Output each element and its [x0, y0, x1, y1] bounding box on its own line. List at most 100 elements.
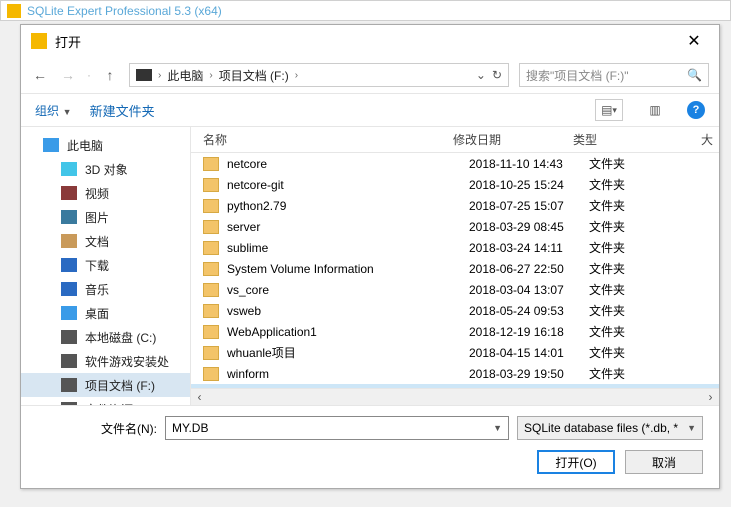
chevron-down-icon[interactable]: ⌄: [476, 68, 486, 82]
chevron-down-icon: ▼: [63, 107, 72, 117]
file-row[interactable]: sublime2018-03-24 14:11文件夹: [191, 237, 719, 258]
tree-item-icon: [61, 186, 77, 200]
file-date: 2018-04-15 14:01: [469, 346, 589, 360]
breadcrumb-root[interactable]: 此电脑: [167, 67, 203, 84]
tree-item[interactable]: 图片: [21, 205, 190, 229]
filter-text: SQLite database files (*.db, *: [524, 421, 678, 435]
chevron-right-icon: ›: [209, 70, 212, 81]
file-type: 文件夹: [589, 197, 719, 214]
tree-item-icon: [61, 378, 77, 392]
refresh-icon[interactable]: ↻: [492, 68, 502, 82]
file-type-filter[interactable]: SQLite database files (*.db, * ▼: [517, 416, 703, 440]
pc-icon: [136, 69, 152, 81]
search-icon: 🔍: [687, 68, 702, 82]
file-row[interactable]: vs_core2018-03-04 13:07文件夹: [191, 279, 719, 300]
tree-item[interactable]: 软件游戏安装处: [21, 349, 190, 373]
filename-input[interactable]: MY.DB ▼: [165, 416, 509, 440]
dialog-icon: [31, 33, 47, 49]
folder-icon: [203, 367, 219, 381]
chevron-right-icon: ›: [158, 70, 161, 81]
app-titlebar: SQLite Expert Professional 5.3 (x64): [0, 0, 731, 21]
file-row[interactable]: python2.792018-07-25 15:07文件夹: [191, 195, 719, 216]
back-icon[interactable]: ←: [31, 67, 49, 83]
file-date: 2018-03-29 19:50: [469, 367, 589, 381]
col-name[interactable]: 名称: [203, 131, 453, 148]
h-scrollbar[interactable]: ‹ ›: [191, 388, 719, 405]
file-name: sublime: [227, 241, 469, 255]
tree-item[interactable]: 本地磁盘 (C:): [21, 325, 190, 349]
file-type: 文件夹: [589, 344, 719, 361]
file-row[interactable]: System Volume Information2018-06-27 22:5…: [191, 258, 719, 279]
tree-item-label: 软件游戏安装处: [85, 353, 169, 370]
tree-item-icon: [61, 210, 77, 224]
tree-item[interactable]: 桌面: [21, 301, 190, 325]
col-size[interactable]: 大: [691, 131, 719, 148]
file-row[interactable]: WebApplication12018-12-19 16:18文件夹: [191, 321, 719, 342]
file-name: System Volume Information: [227, 262, 469, 276]
folder-icon: [203, 283, 219, 297]
tree-item-icon: [61, 330, 77, 344]
help-button[interactable]: ?: [687, 101, 705, 119]
file-date: 2018-03-04 13:07: [469, 283, 589, 297]
scroll-left-icon[interactable]: ‹: [191, 390, 208, 404]
close-button[interactable]: ✕: [679, 31, 709, 51]
file-list: netcore2018-11-10 14:43文件夹netcore-git201…: [191, 153, 719, 388]
organize-button[interactable]: 组织 ▼: [35, 102, 72, 119]
file-list-pane: 名称 修改日期 类型 大 netcore2018-11-10 14:43文件夹n…: [191, 127, 719, 405]
file-row[interactable]: winform2018-03-29 19:50文件夹: [191, 363, 719, 384]
tree-item[interactable]: 视频: [21, 181, 190, 205]
tree-item-icon: [61, 258, 77, 272]
nav-tree: 此电脑3D 对象视频图片文档下载音乐桌面本地磁盘 (C:) 软件游戏安装处项目文档…: [21, 127, 191, 405]
view-mode-button[interactable]: ▤ ▾: [595, 99, 623, 121]
file-name: MY.DB: [227, 388, 469, 389]
search-input[interactable]: 搜索"项目文档 (F:)" 🔍: [519, 63, 709, 87]
file-type: Data Base File: [589, 388, 719, 389]
file-date: 2018-10-25 15:24: [469, 178, 589, 192]
file-type: 文件夹: [589, 155, 719, 172]
tree-item-label: 文档: [85, 233, 109, 250]
dialog-titlebar: 打开 ✕: [21, 25, 719, 57]
file-row[interactable]: netcore-git2018-10-25 15:24文件夹: [191, 174, 719, 195]
file-row[interactable]: server2018-03-29 08:45文件夹: [191, 216, 719, 237]
col-type[interactable]: 类型: [573, 131, 691, 148]
breadcrumb-folder[interactable]: 项目文档 (F:): [219, 67, 289, 84]
tree-item-icon: [61, 354, 77, 368]
tree-item[interactable]: 下载: [21, 253, 190, 277]
file-row[interactable]: MY.DB2018-12-19 18:23Data Base File: [191, 384, 719, 388]
open-button[interactable]: 打开(O): [537, 450, 615, 474]
scroll-right-icon[interactable]: ›: [702, 390, 719, 404]
tree-item-icon: [61, 234, 77, 248]
file-type: 文件夹: [589, 176, 719, 193]
tree-item[interactable]: 音乐: [21, 277, 190, 301]
file-date: 2018-07-25 15:07: [469, 199, 589, 213]
app-title: SQLite Expert Professional 5.3 (x64): [27, 4, 222, 18]
filename-value: MY.DB: [172, 421, 208, 435]
chevron-down-icon[interactable]: ▼: [493, 423, 502, 433]
breadcrumb[interactable]: › 此电脑 › 项目文档 (F:) › ⌄ ↻: [129, 63, 509, 87]
preview-pane-button[interactable]: ▥: [641, 99, 669, 121]
col-date[interactable]: 修改日期: [453, 131, 573, 148]
file-type: 文件夹: [589, 302, 719, 319]
forward-icon[interactable]: →: [59, 67, 77, 83]
tree-item[interactable]: 文档: [21, 229, 190, 253]
file-name: vs_core: [227, 283, 469, 297]
file-row[interactable]: vsweb2018-05-24 09:53文件夹: [191, 300, 719, 321]
tree-item[interactable]: 文件资源 (G:): [21, 397, 190, 405]
file-row[interactable]: whuanle项目2018-04-15 14:01文件夹: [191, 342, 719, 363]
chevron-down-icon[interactable]: ▼: [687, 423, 696, 433]
folder-icon: [203, 304, 219, 318]
toolbar: 组织 ▼ 新建文件夹 ▤ ▾ ▥ ?: [21, 93, 719, 127]
file-row[interactable]: netcore2018-11-10 14:43文件夹: [191, 153, 719, 174]
cancel-button[interactable]: 取消: [625, 450, 703, 474]
file-name: python2.79: [227, 199, 469, 213]
dialog-footer: 文件名(N): MY.DB ▼ SQLite database files (*…: [21, 405, 719, 488]
tree-item[interactable]: 此电脑: [21, 133, 190, 157]
file-name: WebApplication1: [227, 325, 469, 339]
new-folder-button[interactable]: 新建文件夹: [90, 101, 155, 120]
tree-item-label: 音乐: [85, 281, 109, 298]
tree-item[interactable]: 3D 对象: [21, 157, 190, 181]
tree-item[interactable]: 项目文档 (F:): [21, 373, 190, 397]
file-type: 文件夹: [589, 281, 719, 298]
up-icon[interactable]: ↑: [101, 67, 119, 83]
folder-icon: [203, 262, 219, 276]
